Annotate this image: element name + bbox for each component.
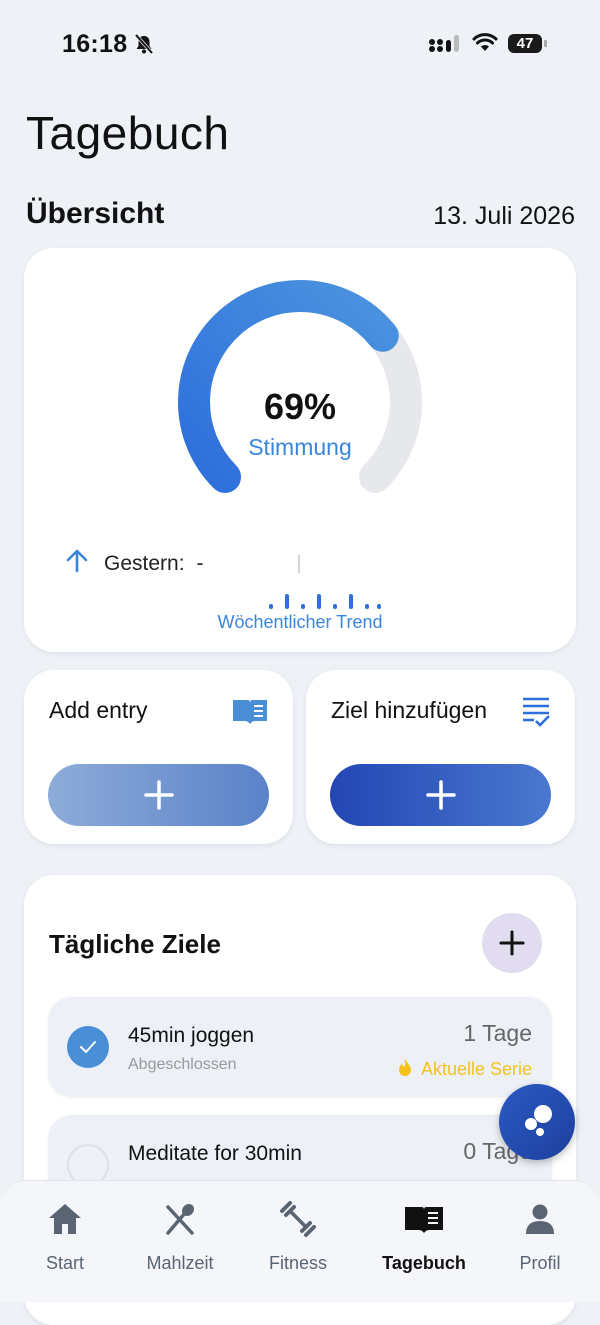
trend-bar — [317, 594, 321, 609]
weekly-trend-bars — [269, 594, 381, 609]
checklist-icon — [521, 696, 551, 733]
bubbles-icon — [525, 1105, 552, 1136]
goal-days: 1 Tage — [463, 1020, 532, 1046]
trend-bar — [349, 594, 353, 609]
dumbbell-icon — [280, 1201, 316, 1237]
open-book-icon — [231, 696, 269, 731]
tab-fitness[interactable]: Fitness — [243, 1199, 353, 1274]
mood-card[interactable]: 69% Stimmung Gestern: - Wöchentlicher Tr… — [24, 248, 576, 652]
weekly-trend-label: Wöchentlicher Trend — [217, 612, 383, 632]
goal-item[interactable]: 45min joggen Abgeschlossen 1 Tage Aktuel… — [48, 997, 552, 1097]
goal-name: Meditate for 30min — [128, 1142, 302, 1165]
tab-label: Profil — [519, 1253, 561, 1273]
quick-actions-fab[interactable] — [499, 1084, 575, 1160]
signal-icon — [428, 34, 462, 59]
trend-bar — [285, 594, 289, 609]
plus-icon — [143, 780, 174, 810]
add-entry-button[interactable] — [48, 764, 269, 826]
tab-label: Mahlzeit — [146, 1253, 214, 1273]
trend-bar — [377, 604, 381, 609]
tab-tagebuch[interactable]: Tagebuch — [369, 1199, 479, 1274]
tab-start[interactable]: Start — [10, 1199, 120, 1274]
utensils-icon — [166, 1203, 195, 1235]
goal-streak: Aktuelle Serie — [397, 1057, 532, 1082]
add-goal-card[interactable]: Ziel hinzufügen — [306, 670, 575, 844]
trend-bar — [269, 604, 273, 609]
plus-icon — [425, 780, 456, 810]
yesterday-value: - — [196, 552, 204, 575]
trend-bar — [301, 604, 305, 609]
tab-mahlzeit[interactable]: Mahlzeit — [125, 1199, 235, 1274]
tab-label: Fitness — [268, 1253, 328, 1273]
trend-bar — [333, 604, 337, 609]
plus-icon — [499, 930, 525, 956]
goal-name: 45min joggen — [128, 1024, 255, 1047]
tab-label: Tagebuch — [382, 1253, 466, 1273]
add-daily-goal-button[interactable] — [482, 913, 542, 973]
daily-goals-title: Tägliche Ziele — [49, 929, 221, 959]
checkmark-icon — [80, 1041, 96, 1053]
goal-status: Abgeschlossen — [128, 1056, 237, 1073]
add-goal-title: Ziel hinzufügen — [331, 697, 487, 723]
mood-label: Stimmung — [248, 434, 352, 460]
arrow-up-icon — [64, 548, 90, 580]
flame-icon — [397, 1057, 413, 1082]
trend-bar — [365, 604, 369, 609]
bottom-tab-bar: Start Mahlzeit Fitness Tagebuch Profil — [0, 1180, 600, 1302]
add-entry-card[interactable]: Add entry — [24, 670, 293, 844]
goal-streak-label: Aktuelle Serie — [420, 1059, 532, 1079]
wifi-icon — [472, 33, 498, 58]
add-goal-button[interactable] — [330, 764, 551, 826]
status-bar: 16:18 47 — [0, 0, 600, 90]
page-title: Tagebuch — [26, 107, 230, 159]
mood-percent: 69% — [263, 386, 337, 427]
status-time: 16:18 — [62, 30, 128, 58]
person-icon — [526, 1204, 554, 1234]
overview-date: 13. Juli 2026 — [433, 202, 575, 230]
divider — [298, 555, 300, 573]
yesterday-label: Gestern: — [104, 552, 185, 575]
book-icon — [405, 1207, 443, 1233]
battery-icon: 47 — [508, 34, 542, 53]
section-title: Übersicht — [26, 197, 165, 230]
tab-label: Start — [45, 1253, 84, 1273]
battery-cap — [544, 40, 547, 47]
yesterday-row: Gestern: - — [64, 548, 204, 580]
tab-profil[interactable]: Profil — [485, 1199, 595, 1274]
home-icon — [49, 1204, 81, 1234]
add-entry-title: Add entry — [49, 697, 148, 723]
goal-checkbox[interactable] — [67, 1026, 109, 1068]
bell-muted-icon — [133, 33, 155, 60]
